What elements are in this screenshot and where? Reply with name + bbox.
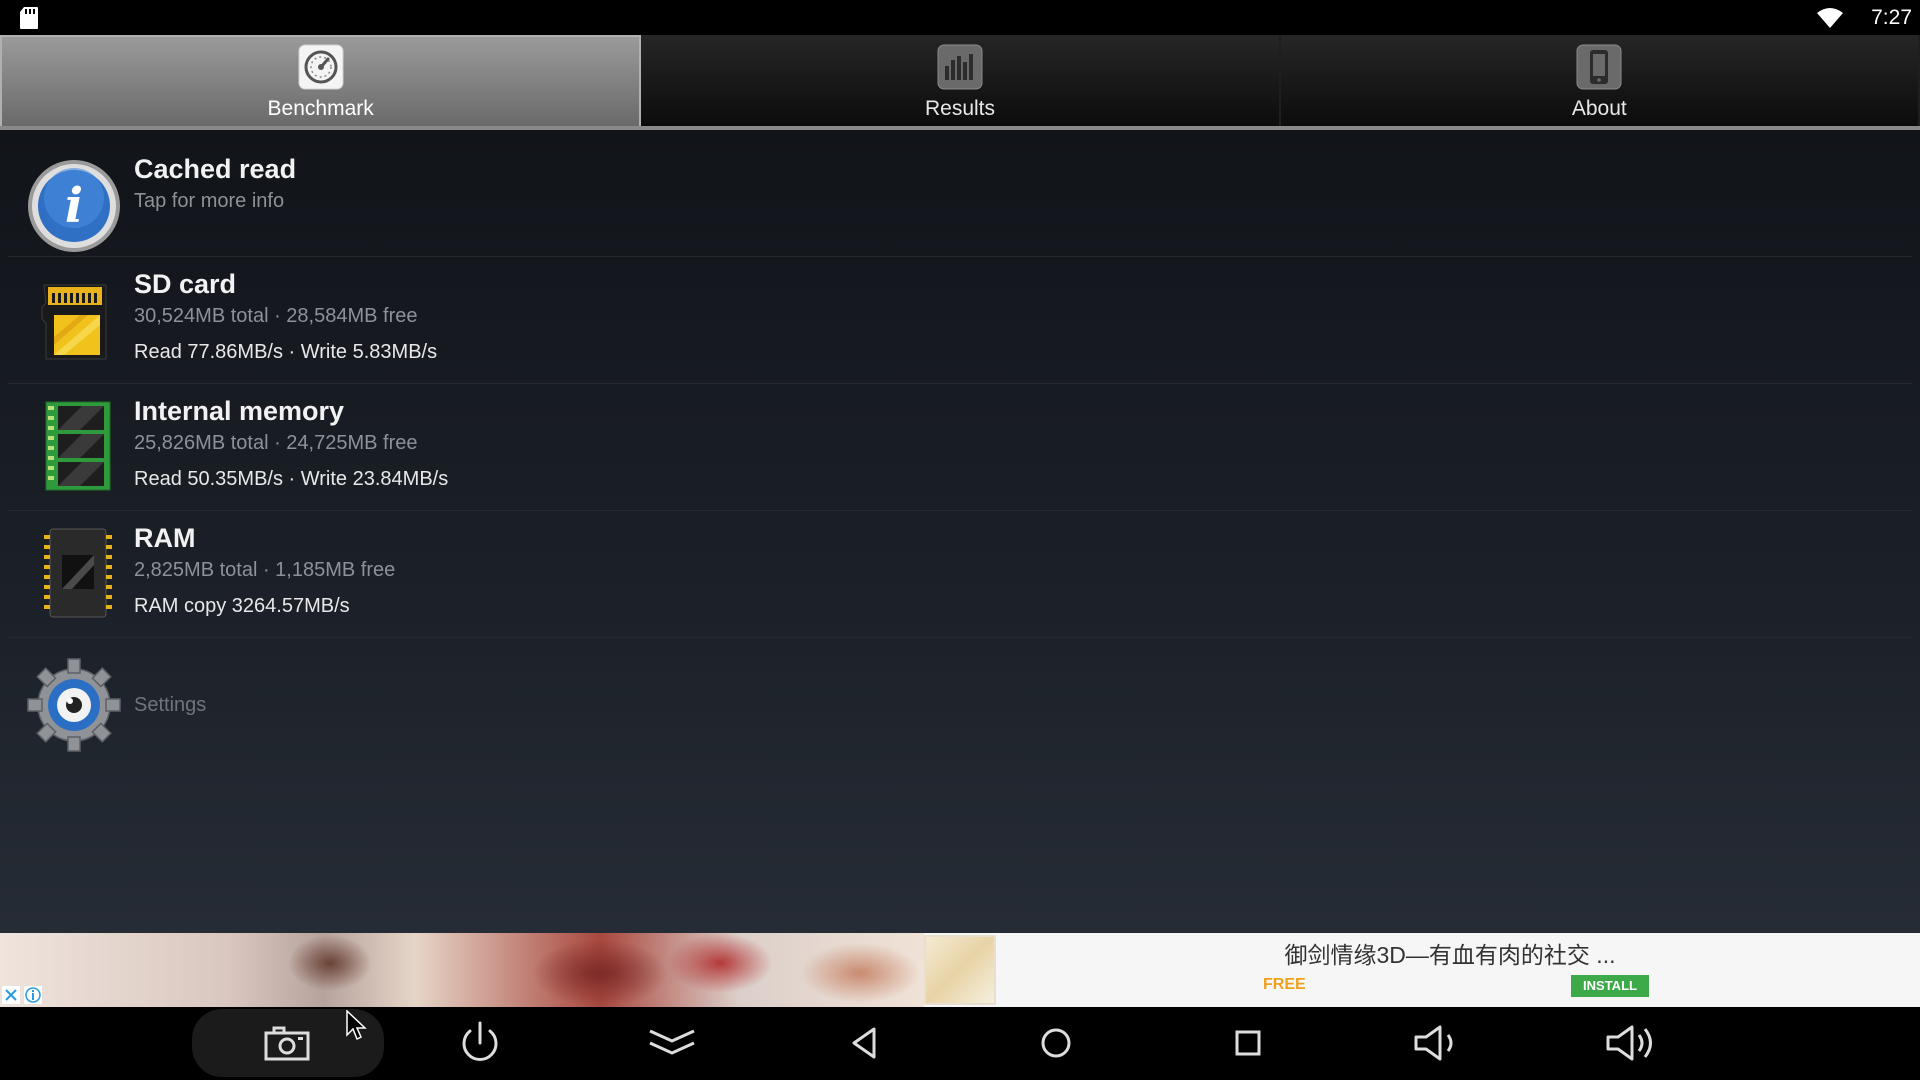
row-title: RAM xyxy=(134,523,196,553)
gear-icon xyxy=(27,658,121,752)
ad-banner[interactable]: 御剑情缘3D—有血有肉的社交 ... FREE INSTALL xyxy=(0,933,1920,1007)
volume-up-button[interactable] xyxy=(1604,1017,1660,1069)
row-speed: Read 50.35MB/s · Write 23.84MB/s xyxy=(134,468,449,490)
tab-results[interactable]: Results xyxy=(641,35,1281,126)
svg-text:i: i xyxy=(65,178,83,234)
list-item-settings[interactable]: Settings xyxy=(8,650,1912,760)
tab-bar: Benchmark Results About xyxy=(0,35,1920,130)
ad-price: FREE xyxy=(1263,976,1306,993)
tab-label: Benchmark xyxy=(267,97,374,120)
back-button[interactable] xyxy=(838,1017,894,1069)
navigation-bar xyxy=(0,1007,1920,1080)
speedometer-icon xyxy=(298,44,344,90)
wifi-icon xyxy=(1817,8,1843,28)
sd-card-icon xyxy=(20,7,38,29)
mouse-cursor-icon xyxy=(346,1010,367,1041)
row-speed: RAM copy 3264.57MB/s xyxy=(134,595,350,617)
ad-app-icon[interactable] xyxy=(924,935,996,1005)
list-item-ram[interactable]: RAM 2,825MB total · 1,185MB free RAM cop… xyxy=(8,511,1912,638)
power-icon xyxy=(462,1021,498,1061)
bar-chart-icon xyxy=(937,44,983,90)
tab-about[interactable]: About xyxy=(1281,35,1920,126)
settings-label: Settings xyxy=(134,694,207,716)
ram-chip-icon xyxy=(44,528,112,618)
row-subtitle: 2,825MB total · 1,185MB free xyxy=(134,559,396,581)
screenshot-icon xyxy=(264,1026,310,1061)
volume-up-icon xyxy=(1606,1025,1652,1061)
benchmark-list: i Cached read Tap for more info SD card … xyxy=(0,130,1920,933)
row-subtitle: 25,826MB total · 24,725MB free xyxy=(134,432,418,454)
memory-chip-icon xyxy=(45,401,111,491)
clock: 7:27 xyxy=(1871,6,1912,29)
row-speed: Read 77.86MB/s · Write 5.83MB/s xyxy=(134,341,438,363)
volume-down-button[interactable] xyxy=(1410,1017,1466,1069)
ad-info-icon[interactable] xyxy=(24,986,42,1004)
screenshot-button[interactable] xyxy=(260,1017,316,1069)
home-icon xyxy=(1041,1028,1071,1058)
ad-title[interactable]: 御剑情缘3D—有血有肉的社交 ... xyxy=(1010,940,1890,970)
ad-install-button[interactable]: INSTALL xyxy=(1571,975,1649,997)
row-title: Internal memory xyxy=(134,396,345,426)
expand-icon xyxy=(649,1029,695,1055)
recents-icon xyxy=(1235,1030,1261,1056)
row-subtitle: Tap for more info xyxy=(134,190,285,212)
row-title: Cached read xyxy=(134,154,297,184)
status-bar: 7:27 xyxy=(0,0,1920,35)
sd-card-icon xyxy=(41,284,107,360)
ad-close-icon[interactable] xyxy=(2,986,20,1004)
ad-image[interactable] xyxy=(0,933,924,1007)
expand-button[interactable] xyxy=(644,1017,700,1069)
volume-down-icon xyxy=(1414,1025,1453,1061)
list-item-internal-memory[interactable]: Internal memory 25,826MB total · 24,725M… xyxy=(8,384,1912,511)
home-button[interactable] xyxy=(1028,1017,1084,1069)
row-title: SD card xyxy=(134,269,237,299)
info-icon: i xyxy=(28,160,120,252)
tab-label: About xyxy=(1571,97,1627,120)
list-item-sd-card[interactable]: SD card 30,524MB total · 28,584MB free R… xyxy=(8,257,1912,384)
phone-icon xyxy=(1576,44,1622,90)
recents-button[interactable] xyxy=(1220,1017,1276,1069)
list-item-cached-read[interactable]: i Cached read Tap for more info xyxy=(8,130,1912,257)
tab-label: Results xyxy=(924,97,995,120)
row-subtitle: 30,524MB total · 28,584MB free xyxy=(134,305,418,327)
tab-benchmark[interactable]: Benchmark xyxy=(0,35,642,126)
back-icon xyxy=(852,1027,876,1059)
power-button[interactable] xyxy=(452,1017,508,1069)
